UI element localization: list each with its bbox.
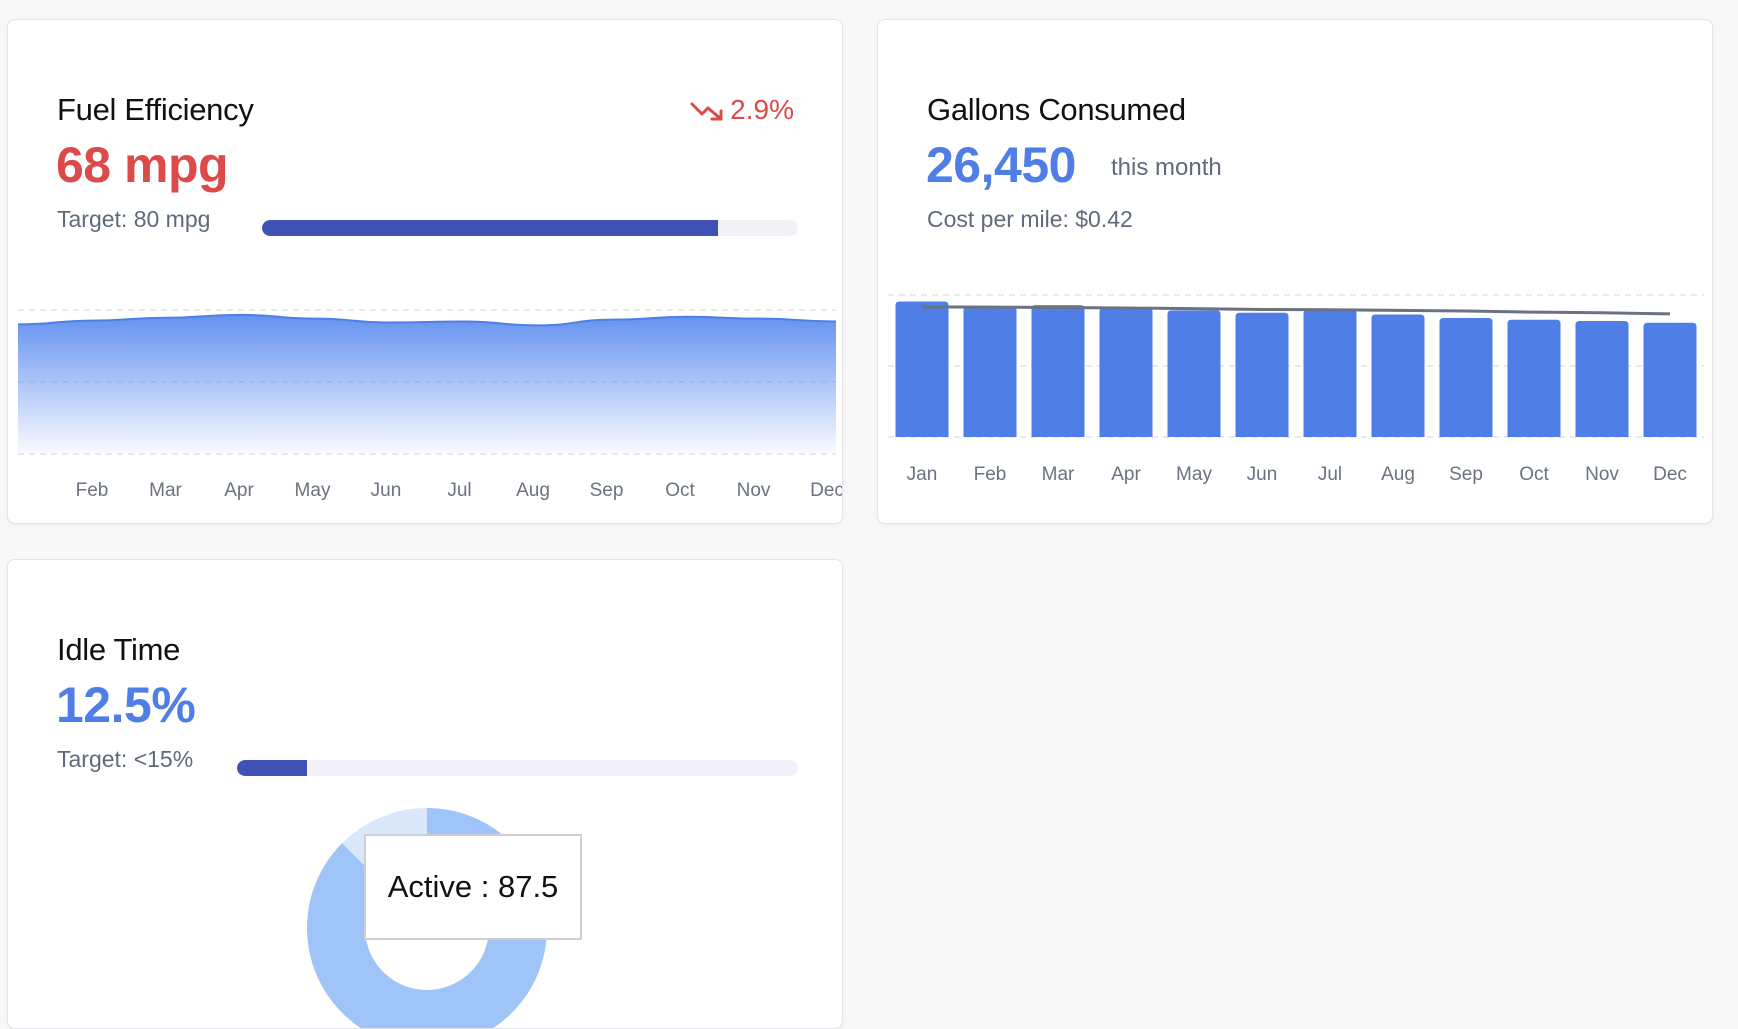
- bar[interactable]: [1235, 312, 1289, 437]
- bar[interactable]: [1439, 318, 1493, 437]
- bar[interactable]: [1507, 319, 1561, 437]
- x-tick-label: Nov: [737, 480, 771, 501]
- bar[interactable]: [963, 306, 1017, 437]
- x-tick-label: Feb: [76, 480, 109, 501]
- bar[interactable]: [1303, 309, 1357, 437]
- x-tick-label: Jun: [1247, 464, 1278, 485]
- idle-time-card: Idle Time 12.5% Target: <15% Active : 87…: [7, 559, 843, 1029]
- x-tick-label: Mar: [1042, 464, 1075, 485]
- x-tick-label: May: [1176, 464, 1212, 485]
- idle-time-donut-chart[interactable]: [8, 560, 843, 1029]
- chart-tooltip: Active : 87.5: [364, 834, 582, 940]
- x-tick-label: Dec: [1653, 464, 1687, 485]
- gallons-bar-chart: Jan Feb Mar Apr May Jun Jul Aug Sep Oct Nov Dec: [888, 294, 1704, 485]
- bar[interactable]: [1643, 322, 1697, 437]
- x-tick-label: Jun: [371, 480, 402, 501]
- x-tick-label: Oct: [665, 480, 695, 501]
- x-tick-label: Dec: [810, 480, 843, 501]
- x-tick-label: Feb: [974, 464, 1007, 485]
- bar[interactable]: [1031, 305, 1085, 437]
- x-tick-label: Apr: [224, 480, 254, 501]
- x-tick-label: Oct: [1519, 464, 1549, 485]
- area-fill: [18, 314, 836, 454]
- x-tick-label: Jan: [907, 464, 938, 485]
- bar[interactable]: [1099, 308, 1153, 437]
- x-tick-label: Sep: [1449, 464, 1483, 485]
- bar[interactable]: [895, 301, 949, 437]
- bar[interactable]: [1575, 320, 1629, 437]
- bar[interactable]: [1371, 314, 1425, 437]
- gallons-consumed-card: Gallons Consumed 26,450 this month Cost …: [877, 19, 1713, 524]
- fuel-efficiency-area-chart: Feb Mar Apr May Jun Jul Aug Sep Oct Nov Dec: [17, 309, 843, 501]
- fuel-efficiency-card: Fuel Efficiency 2.9% 68 mpg Target: 80 m…: [7, 19, 843, 524]
- x-tick-label: Jul: [447, 480, 471, 501]
- x-tick-label: Jul: [1318, 464, 1342, 485]
- x-tick-label: Mar: [149, 480, 182, 501]
- x-tick-label: Aug: [1381, 464, 1415, 485]
- x-tick-label: Aug: [516, 480, 550, 501]
- x-tick-label: May: [295, 480, 331, 501]
- bar[interactable]: [1167, 310, 1221, 437]
- x-tick-label: Nov: [1585, 464, 1619, 485]
- x-tick-label: Apr: [1111, 464, 1141, 485]
- x-tick-label: Sep: [590, 480, 624, 501]
